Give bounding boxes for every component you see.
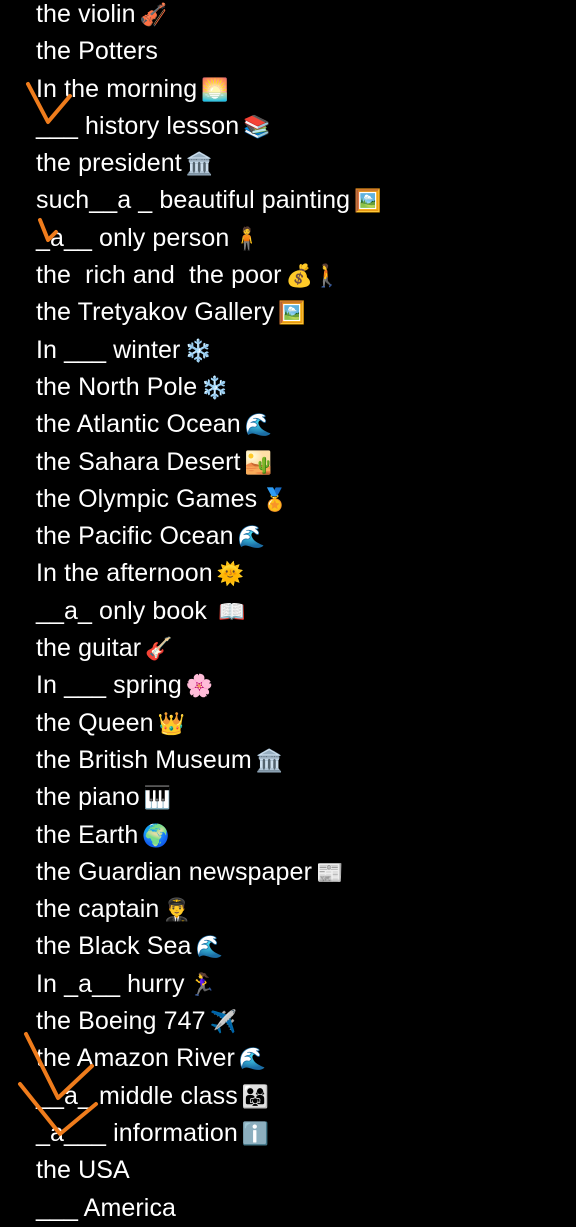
cherry-blossom-icon: 🌸 — [185, 674, 214, 700]
item-text: In ___ winter — [36, 335, 181, 364]
list-item: the Atlantic Ocean 🌊 — [36, 406, 382, 443]
list-item: In ___ spring 🌸 — [36, 667, 382, 704]
item-text: ___ history lesson — [36, 111, 240, 140]
item-text: the guitar — [36, 634, 142, 663]
list-item: the Earth 🌍 — [36, 817, 382, 854]
item-text: the Earth — [36, 820, 139, 849]
medal-icon: 🏅 — [261, 487, 289, 513]
snowflake-icon: ❄️ — [201, 375, 229, 401]
list-item: the British Museum 🏛️ — [36, 742, 382, 779]
violin-icon: 🎻 — [139, 3, 168, 28]
list-item: the USA — [36, 1152, 382, 1189]
list-item: the Guardian newspaper 📰 — [36, 854, 382, 891]
list-item: __a_ middle class 👨‍👩‍👧 — [36, 1078, 382, 1115]
list-item: the Olympic Games 🏅 — [36, 481, 382, 518]
item-text: the Sahara Desert — [36, 447, 241, 476]
classical-building-icon: 🏛️ — [185, 152, 214, 178]
list-item: In the afternoon 🌞 — [36, 555, 382, 592]
newspaper-icon: 📰 — [316, 860, 344, 886]
books-icon: 📚 — [243, 114, 271, 140]
list-item: the Tretyakov Gallery 🖼️ — [36, 294, 382, 331]
list-item: In _a__ hurry 🏃‍♀️ — [36, 966, 382, 1003]
family-icon: 👨‍👩‍👧 — [241, 1084, 270, 1110]
list-item: the Potters — [36, 33, 382, 70]
money-bag-walking-person-icon: 💰🚶 — [285, 264, 341, 290]
sun-icon: 🌞 — [216, 562, 245, 588]
desert-icon: 🏜️ — [244, 450, 273, 476]
open-book-icon: 📖 — [210, 599, 246, 625]
item-text: __a_ only book — [36, 596, 207, 625]
sunrise-icon: 🌅 — [201, 77, 229, 103]
item-text: the Amazon River — [36, 1044, 235, 1073]
list-item: ___ America — [36, 1190, 382, 1227]
item-text: the Boeing 747 — [36, 1007, 206, 1036]
item-text: _a___ information — [36, 1118, 238, 1147]
item-text: the British Museum — [36, 745, 252, 774]
running-woman-icon: 🏃‍♀️ — [188, 972, 217, 998]
snowflake-icon: ❄️ — [184, 338, 212, 364]
item-text: the Atlantic Ocean — [36, 410, 241, 439]
piano-keys-icon: 🎹 — [143, 786, 172, 812]
wave-icon: 🌊 — [244, 413, 273, 439]
crown-icon: 👑 — [157, 711, 186, 737]
item-text: the Pacific Ocean — [36, 522, 234, 551]
article-exercise-list: the violin 🎻 the Potters In the morning 🌅 … — [36, 0, 382, 1227]
item-text: the president — [36, 149, 182, 178]
item-text: the captain — [36, 895, 160, 924]
list-item: the rich and the poor 💰🚶 — [36, 257, 382, 294]
item-text: the violin — [36, 0, 136, 28]
item-text: the Potters — [36, 37, 158, 66]
framed-picture-icon: 🖼️ — [278, 301, 306, 327]
list-item: _a___ information ℹ️ — [36, 1115, 382, 1152]
list-item: In the morning 🌅 — [36, 71, 382, 108]
list-item: the Black Sea 🌊 — [36, 928, 382, 965]
list-item: the North Pole ❄️ — [36, 369, 382, 406]
item-text: In the morning — [36, 74, 198, 103]
wave-icon: 🌊 — [195, 935, 224, 961]
item-text: ___ America — [36, 1193, 177, 1222]
list-item: such__a _ beautiful painting 🖼️ — [36, 182, 382, 219]
item-text: the North Pole — [36, 372, 198, 401]
item-text: In ___ spring — [36, 671, 182, 700]
list-item: _a__ only person 🧍 — [36, 220, 382, 257]
item-text: the rich and the poor — [36, 261, 282, 290]
list-item: the piano 🎹 — [36, 779, 382, 816]
globe-icon: 🌍 — [142, 823, 170, 849]
wave-icon: 🌊 — [238, 1047, 267, 1073]
item-text: the piano — [36, 783, 140, 812]
item-text: In the afternoon — [36, 559, 213, 588]
list-item: the president 🏛️ — [36, 145, 382, 182]
pilot-icon: 👨‍✈️ — [163, 898, 191, 924]
item-text: _a__ only person — [36, 223, 230, 252]
item-text: the Guardian newspaper — [36, 857, 312, 886]
guitar-icon: 🎸 — [145, 637, 173, 663]
list-item: __a_ only book 📖 — [36, 593, 382, 630]
list-item: the Amazon River 🌊 — [36, 1040, 382, 1077]
list-item: the captain 👨‍✈️ — [36, 891, 382, 928]
wave-icon: 🌊 — [237, 525, 266, 551]
item-text: the Black Sea — [36, 932, 192, 961]
airplane-icon: ✈️ — [209, 1010, 238, 1036]
item-text: __a_ middle class — [36, 1081, 238, 1110]
list-item: the Sahara Desert 🏜️ — [36, 444, 382, 481]
classical-building-icon: 🏛️ — [255, 748, 284, 774]
list-item: the Queen 👑 — [36, 705, 382, 742]
item-text: the Queen — [36, 708, 154, 737]
item-text: such__a _ beautiful painting — [36, 186, 351, 215]
item-text: the Tretyakov Gallery — [36, 298, 275, 327]
framed-picture-icon: 🖼️ — [354, 189, 382, 215]
list-item: ___ history lesson 📚 — [36, 108, 382, 145]
list-item: the Boeing 747 ✈️ — [36, 1003, 382, 1040]
list-item: the violin 🎻 — [36, 0, 382, 33]
standing-person-icon: 🧍 — [233, 226, 261, 252]
list-item: the Pacific Ocean 🌊 — [36, 518, 382, 555]
information-icon: ℹ️ — [241, 1121, 270, 1147]
item-text: In _a__ hurry — [36, 969, 185, 998]
list-item: In ___ winter ❄️ — [36, 332, 382, 369]
item-text: the USA — [36, 1156, 130, 1185]
list-item: the guitar 🎸 — [36, 630, 382, 667]
item-text: the Olympic Games — [36, 484, 258, 513]
